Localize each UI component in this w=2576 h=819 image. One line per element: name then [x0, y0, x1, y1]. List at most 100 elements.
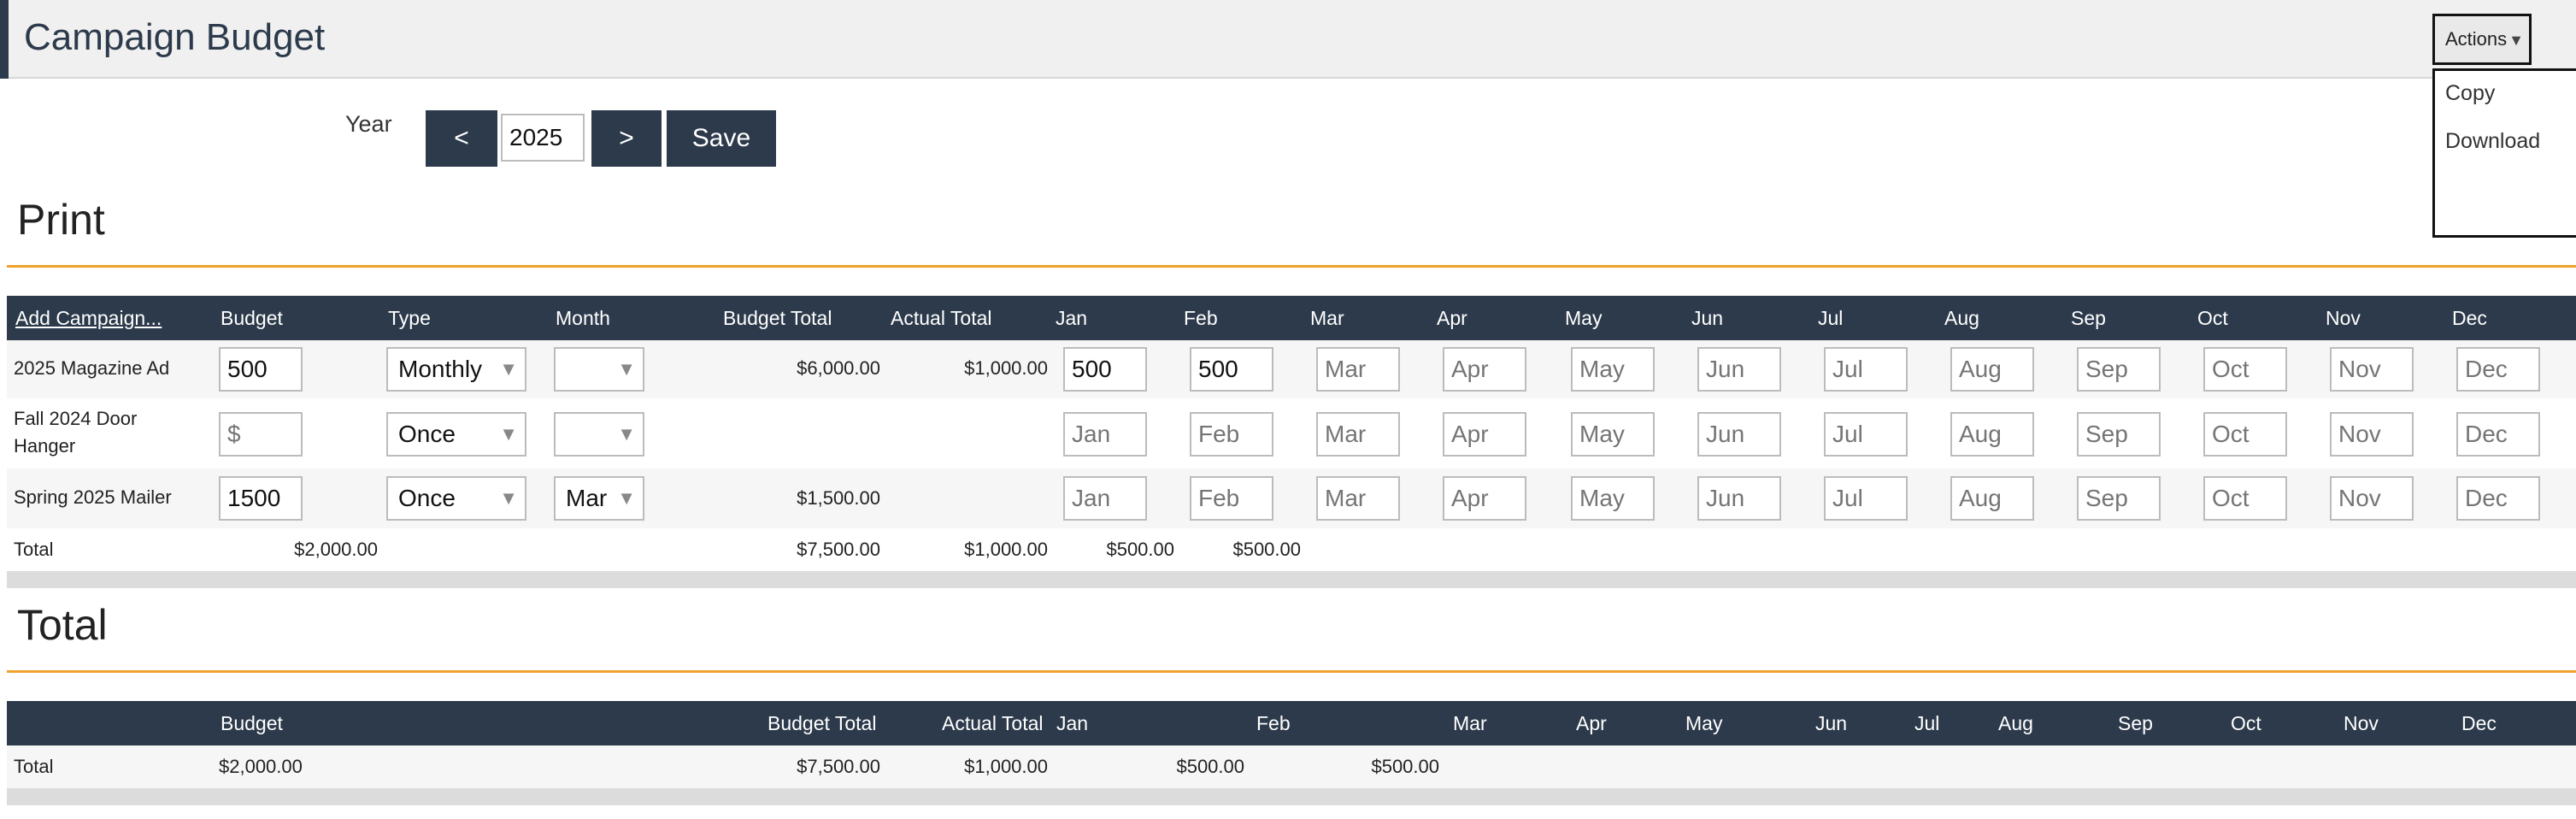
- month-input-dec[interactable]: [2456, 347, 2540, 392]
- month-input-jul[interactable]: [1824, 347, 1908, 392]
- month-input-may[interactable]: [1571, 347, 1655, 392]
- month-input-jan[interactable]: [1063, 347, 1147, 392]
- total-feb-value: $500.00: [1371, 756, 1439, 777]
- col-mar: Mar: [1310, 307, 1344, 329]
- month-input-jul[interactable]: [1824, 476, 1908, 521]
- col-sep: Sep: [2071, 307, 2106, 329]
- month-input-apr[interactable]: [1443, 412, 1526, 457]
- month-input-sep[interactable]: [2077, 476, 2161, 521]
- chevron-down-icon: ▼: [617, 358, 636, 380]
- total-jan-value: $500.00: [1176, 756, 1244, 777]
- save-button[interactable]: Save: [667, 110, 776, 167]
- col-nov: Nov: [2344, 712, 2379, 734]
- month-select[interactable]: Mar ▼: [554, 476, 644, 521]
- year-input[interactable]: [501, 114, 585, 162]
- month-input-feb[interactable]: [1190, 347, 1273, 392]
- next-year-button[interactable]: >: [591, 110, 662, 167]
- month-select[interactable]: ▼: [554, 412, 644, 457]
- campaign-name: 2025 Magazine Ad: [14, 357, 170, 379]
- month-input-dec[interactable]: [2456, 412, 2540, 457]
- month-input-jul[interactable]: [1824, 412, 1908, 457]
- type-select-value: Once: [398, 421, 456, 447]
- month-input-nov[interactable]: [2330, 412, 2414, 457]
- campaign-name: Fall 2024 Door Hanger: [14, 408, 138, 457]
- menu-item-download[interactable]: Download: [2435, 129, 2540, 154]
- actions-label: Actions: [2445, 28, 2508, 50]
- type-select[interactable]: Once ▼: [386, 412, 526, 457]
- col-feb: Feb: [1184, 307, 1218, 329]
- month-input-oct[interactable]: [2203, 476, 2287, 521]
- section-divider: [7, 670, 2576, 673]
- col-may: May: [1685, 712, 1723, 734]
- month-input-mar[interactable]: [1316, 412, 1400, 457]
- add-campaign-link[interactable]: Add Campaign...: [15, 296, 162, 340]
- section-footer-band: [7, 571, 2576, 588]
- month-input-sep[interactable]: [2077, 347, 2161, 392]
- page-title: Campaign Budget: [24, 16, 326, 58]
- month-input-jun[interactable]: [1697, 347, 1781, 392]
- month-input-aug[interactable]: [1950, 476, 2034, 521]
- month-input-mar[interactable]: [1316, 476, 1400, 521]
- col-aug: Aug: [1944, 307, 1979, 329]
- col-actual-total: Actual Total: [942, 712, 1044, 734]
- month-input-jun[interactable]: [1697, 476, 1781, 521]
- chevron-down-icon: ▼: [499, 358, 518, 380]
- total-actual-total-value: $1,000.00: [964, 756, 1048, 777]
- month-input-jan[interactable]: [1063, 476, 1147, 521]
- month-input-sep[interactable]: [2077, 412, 2161, 457]
- total-label: Total: [14, 539, 54, 560]
- total-table-header: Budget Budget Total Actual Total Jan Feb…: [7, 701, 2576, 745]
- col-aug: Aug: [1998, 712, 2033, 734]
- col-jan: Jan: [1056, 307, 1088, 329]
- month-input-apr[interactable]: [1443, 347, 1526, 392]
- budget-input[interactable]: [219, 412, 303, 457]
- month-input-feb[interactable]: [1190, 476, 1273, 521]
- col-oct: Oct: [2197, 307, 2228, 329]
- actions-menu: Copy Download: [2432, 68, 2576, 238]
- menu-item-copy[interactable]: Copy: [2435, 81, 2495, 106]
- month-input-apr[interactable]: [1443, 476, 1526, 521]
- budget-input[interactable]: [219, 476, 303, 521]
- month-input-may[interactable]: [1571, 412, 1655, 457]
- month-input-jan[interactable]: [1063, 412, 1147, 457]
- month-input-oct[interactable]: [2203, 347, 2287, 392]
- col-may: May: [1565, 307, 1603, 329]
- table-row: Fall 2024 Door Hanger Once ▼ ▼: [7, 398, 2576, 468]
- month-input-aug[interactable]: [1950, 347, 2034, 392]
- year-label: Year: [345, 111, 392, 137]
- actual-total-value: $1,000.00: [964, 357, 1048, 379]
- prev-year-button[interactable]: <: [426, 110, 497, 167]
- month-input-nov[interactable]: [2330, 347, 2414, 392]
- month-input-nov[interactable]: [2330, 476, 2414, 521]
- chevron-down-icon: ▼: [617, 423, 636, 445]
- total-budget-value: $2,000.00: [294, 539, 378, 560]
- month-input-oct[interactable]: [2203, 412, 2287, 457]
- section-title-total: Total: [17, 601, 108, 649]
- col-budget-total: Budget Total: [723, 307, 832, 329]
- total-actual-total-value: $1,000.00: [964, 539, 1048, 560]
- actions-button[interactable]: Actions ▼: [2432, 14, 2532, 65]
- month-input-dec[interactable]: [2456, 476, 2540, 521]
- month-input-aug[interactable]: [1950, 412, 2034, 457]
- month-select[interactable]: ▼: [554, 347, 644, 392]
- budget-input[interactable]: [219, 347, 303, 392]
- budget-total-value: $6,000.00: [797, 357, 880, 379]
- chevron-down-icon: ▼: [499, 487, 518, 509]
- caret-down-icon: ▼: [2508, 32, 2524, 49]
- month-input-feb[interactable]: [1190, 412, 1273, 457]
- title-bar: Campaign Budget: [0, 0, 2576, 79]
- type-select-value: Once: [398, 485, 456, 511]
- type-select[interactable]: Monthly ▼: [386, 347, 526, 392]
- title-accent-bar: [0, 0, 9, 79]
- month-input-jun[interactable]: [1697, 412, 1781, 457]
- month-select-value: Mar: [566, 485, 608, 511]
- section-footer-band: [7, 788, 2576, 805]
- type-select[interactable]: Once ▼: [386, 476, 526, 521]
- budget-total-value: $1,500.00: [797, 487, 880, 509]
- month-input-may[interactable]: [1571, 476, 1655, 521]
- campaign-name: Spring 2025 Mailer: [14, 486, 172, 508]
- table-row: Spring 2025 Mailer Once ▼ Mar ▼ $1,500.00: [7, 468, 2576, 528]
- month-input-mar[interactable]: [1316, 347, 1400, 392]
- col-nov: Nov: [2326, 307, 2361, 329]
- col-type: Type: [388, 307, 431, 329]
